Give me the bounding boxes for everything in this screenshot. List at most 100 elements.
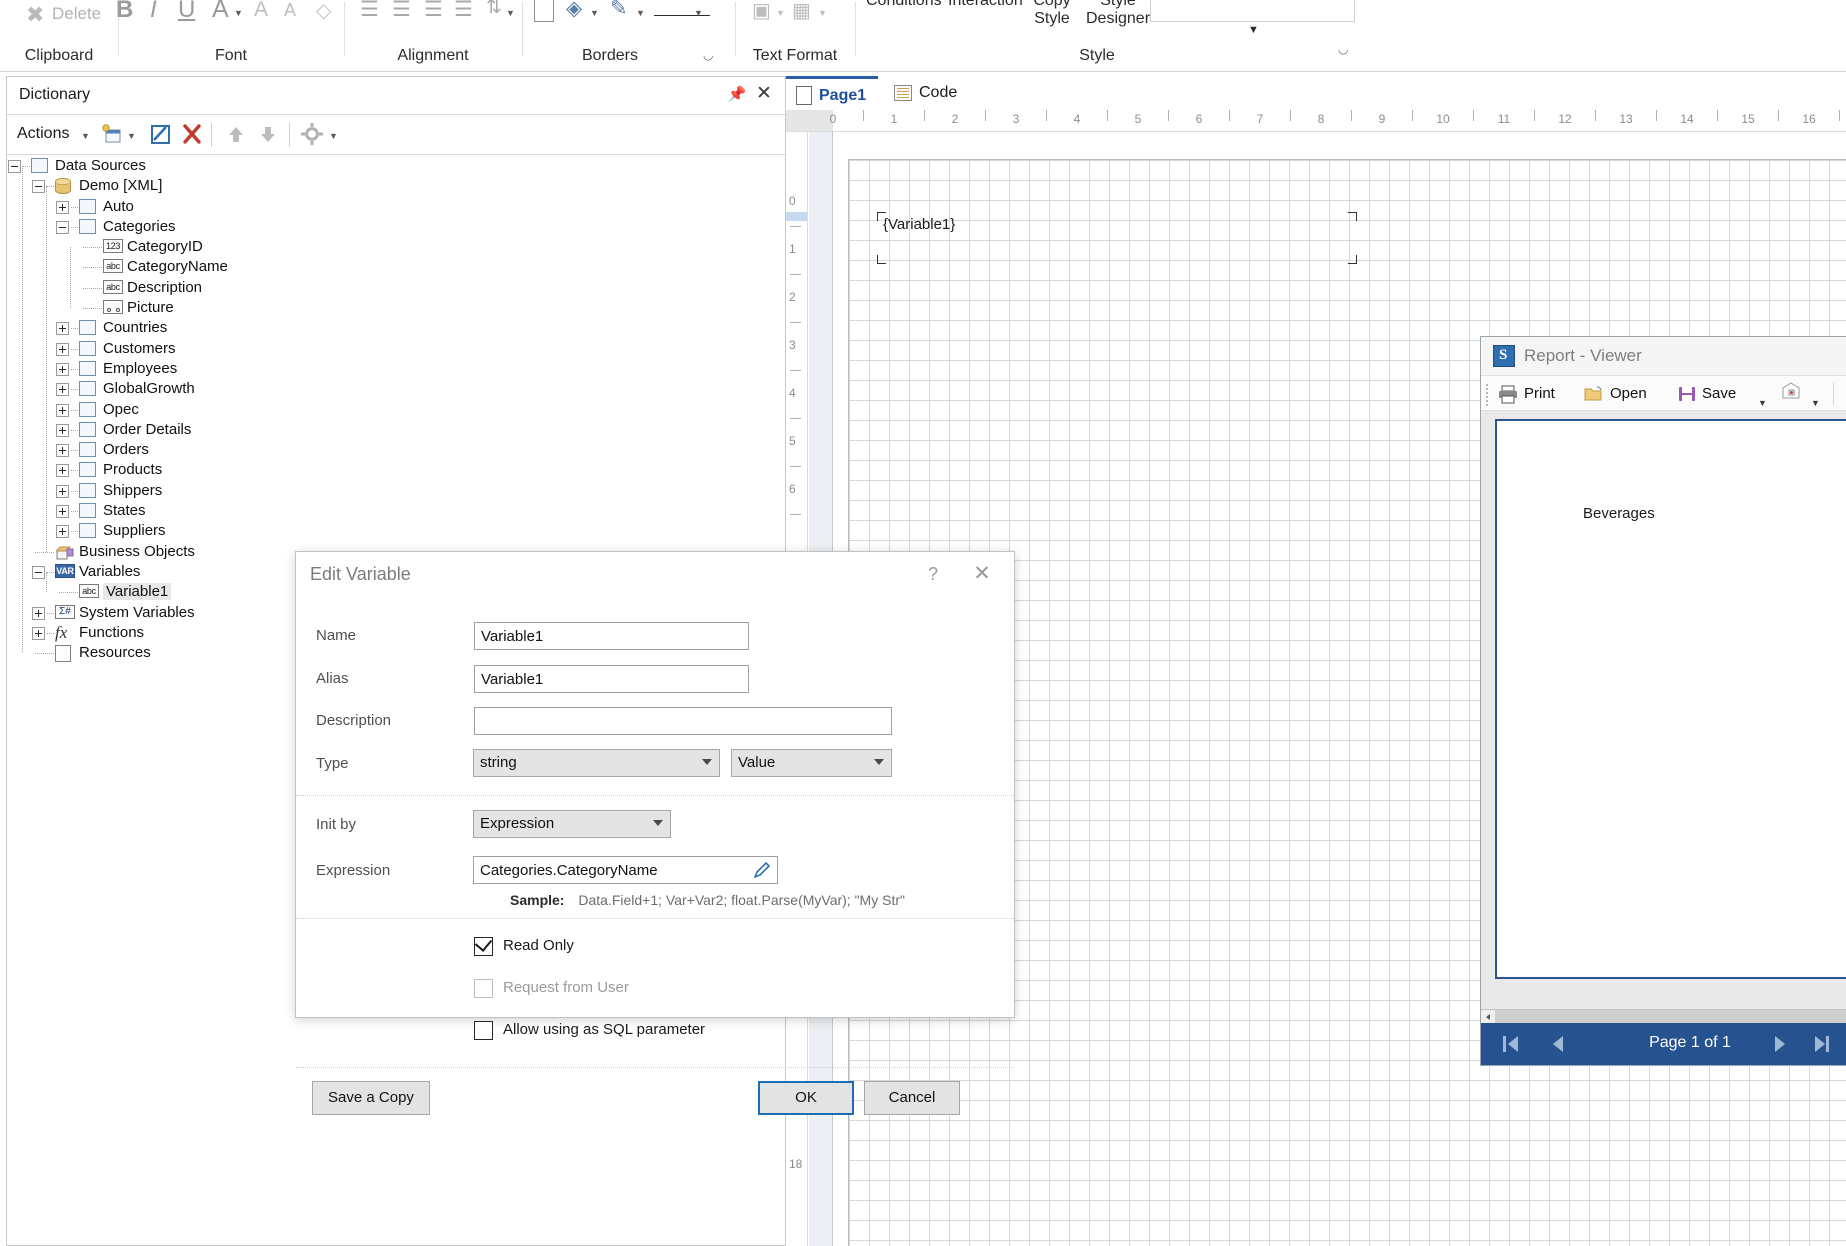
align-justify-icon[interactable]: ☰	[454, 0, 473, 22]
interaction-label[interactable]: Interaction	[948, 0, 1023, 10]
tree-toggle[interactable]	[56, 342, 69, 356]
value-kind-select[interactable]: Value	[731, 749, 892, 777]
delete-icon[interactable]: ✖	[26, 2, 44, 28]
tree-node[interactable]: Order Details	[7, 420, 785, 440]
new-item-icon[interactable]	[99, 121, 127, 149]
chevron-down-icon[interactable]: ▼	[694, 8, 703, 18]
type-select[interactable]: string	[473, 749, 720, 777]
chevron-down-icon[interactable]: ▼	[1248, 24, 1259, 36]
print-button[interactable]: Print	[1497, 380, 1575, 408]
tree-node[interactable]: Customers	[7, 339, 785, 359]
allow-sql-parameter-checkbox[interactable]	[474, 1021, 493, 1040]
horizontal-ruler[interactable]: 01234567891011121314151617	[786, 110, 1846, 132]
tree-node[interactable]: Employees	[7, 359, 785, 379]
tree-toggle[interactable]	[56, 322, 69, 336]
tree-node[interactable]: Shippers	[7, 481, 785, 501]
resize-handle-br[interactable]	[1348, 255, 1357, 264]
clear-format-icon[interactable]: ◇	[316, 0, 331, 23]
date-format-icon[interactable]: ▦	[792, 0, 811, 23]
chevron-down-icon[interactable]: ▼	[81, 131, 90, 141]
font-color-icon[interactable]: A	[212, 0, 229, 24]
viewer-body[interactable]: Beverages	[1481, 411, 1846, 1009]
tree-node[interactable]: Categories	[7, 217, 785, 237]
tree-node[interactable]: Auto	[7, 197, 785, 217]
chevron-down-icon[interactable]: ▼	[590, 8, 599, 18]
tree-toggle[interactable]	[56, 484, 69, 498]
align-right-icon[interactable]: ☰	[424, 0, 443, 22]
read-only-checkbox-row[interactable]: Read Only	[474, 934, 804, 957]
tree-node[interactable]: Suppliers	[7, 521, 785, 541]
tree-toggle[interactable]	[56, 403, 69, 417]
bold-icon[interactable]: B	[116, 0, 133, 24]
close-icon[interactable]: ✕	[968, 560, 996, 588]
cancel-button[interactable]: Cancel	[864, 1081, 960, 1115]
tree-node[interactable]: abc Description	[7, 278, 785, 298]
tree-node[interactable]: Picture	[7, 298, 785, 318]
underline-icon[interactable]: U	[178, 0, 195, 24]
tree-toggle[interactable]	[56, 383, 69, 397]
expression-input[interactable]	[473, 856, 778, 884]
fill-color-icon[interactable]: ◈	[566, 0, 582, 21]
move-down-icon[interactable]	[255, 121, 283, 149]
tree-toggle[interactable]	[56, 220, 69, 234]
tree-node[interactable]: Orders	[7, 440, 785, 460]
scroll-left-button[interactable]	[1481, 1010, 1495, 1024]
name-input[interactable]	[474, 622, 749, 650]
tree-node[interactable]: Demo [XML]	[7, 176, 785, 196]
save-a-copy-button[interactable]: Save a Copy	[312, 1081, 430, 1115]
allow-sql-parameter-checkbox-row[interactable]: Allow using as SQL parameter	[474, 1021, 874, 1041]
description-input[interactable]	[474, 707, 892, 735]
tree-node[interactable]: Countries	[7, 318, 785, 338]
save-button[interactable]: Save	[1677, 380, 1761, 408]
next-page-icon[interactable]	[1767, 1033, 1791, 1055]
tree-node[interactable]: GlobalGrowth	[7, 379, 785, 399]
tree-node[interactable]: States	[7, 501, 785, 521]
align-center-icon[interactable]: ☰	[392, 0, 411, 22]
copy-style-label[interactable]: Copy Style	[1032, 0, 1072, 28]
delete-label[interactable]: Delete	[52, 4, 101, 24]
pencil-icon[interactable]	[752, 860, 772, 884]
viewer-report-page[interactable]: Beverages	[1495, 419, 1846, 979]
gear-icon[interactable]	[299, 121, 327, 149]
open-button[interactable]: Open	[1583, 380, 1669, 408]
tree-toggle[interactable]	[56, 525, 69, 539]
chevron-down-icon[interactable]: ▼	[776, 8, 785, 18]
ok-button[interactable]: OK	[758, 1081, 854, 1115]
tab-page1[interactable]: Page1	[786, 76, 879, 110]
style-gallery[interactable]	[1150, 0, 1355, 22]
grow-font-icon[interactable]: A	[254, 0, 268, 22]
tree-toggle[interactable]	[56, 444, 69, 458]
chevron-down-icon[interactable]: ▼	[127, 131, 136, 141]
shrink-font-icon[interactable]: A	[284, 0, 296, 21]
page-setup-icon[interactable]	[1779, 380, 1807, 408]
tree-toggle[interactable]	[56, 423, 69, 437]
edit-icon[interactable]	[147, 121, 175, 149]
alias-input[interactable]	[474, 665, 749, 693]
read-only-checkbox[interactable]	[474, 934, 493, 956]
tree-toggle[interactable]	[32, 180, 45, 194]
line-spacing-icon[interactable]: ⇅	[486, 0, 502, 19]
delete-icon[interactable]	[179, 121, 207, 149]
conditions-label[interactable]: Conditions	[866, 0, 942, 10]
borders-dialog-launcher[interactable]: ◡	[703, 48, 713, 62]
border-color-icon[interactable]: ✎	[610, 0, 628, 21]
tree-node[interactable]: Data Sources	[7, 156, 785, 176]
tree-node[interactable]: Products	[7, 460, 785, 480]
style-dialog-launcher[interactable]: ◡	[1338, 42, 1348, 56]
close-icon[interactable]: ✕	[753, 83, 775, 105]
chevron-down-icon[interactable]: ▼	[234, 8, 243, 18]
chevron-down-icon[interactable]: ▼	[818, 8, 827, 18]
tree-node[interactable]: 123 CategoryID	[7, 237, 785, 257]
chevron-down-icon[interactable]: ▼	[506, 8, 515, 18]
chevron-down-icon[interactable]: ▼	[636, 8, 645, 18]
style-designer-label[interactable]: Style Designer	[1084, 0, 1152, 28]
text-component-variable1[interactable]: {Variable1}	[877, 212, 1357, 264]
actions-button[interactable]: Actions	[17, 125, 69, 143]
tree-node[interactable]: Opec	[7, 400, 785, 420]
align-left-icon[interactable]: ☰	[360, 0, 379, 22]
viewer-horizontal-scrollbar[interactable]	[1481, 1009, 1846, 1024]
tree-toggle[interactable]	[56, 362, 69, 376]
tree-toggle[interactable]	[8, 160, 21, 173]
tree-toggle[interactable]	[56, 505, 69, 519]
tree-toggle[interactable]	[32, 626, 45, 640]
